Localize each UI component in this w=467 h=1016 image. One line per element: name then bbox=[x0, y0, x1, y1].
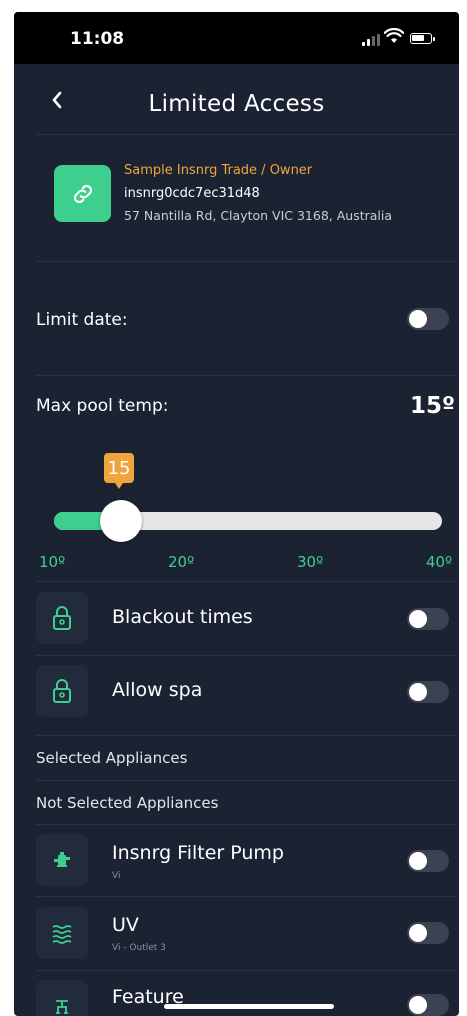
limit-date-toggle[interactable] bbox=[407, 308, 449, 330]
lock-icon bbox=[36, 665, 88, 717]
appliance-name: Insnrg Filter Pump bbox=[112, 842, 284, 864]
blackout-times-toggle[interactable] bbox=[407, 608, 449, 630]
max-pool-temp-value: 15º bbox=[410, 393, 455, 419]
pump-icon bbox=[36, 834, 88, 886]
feature-toggle[interactable] bbox=[407, 994, 449, 1016]
status-bar: 11:08 bbox=[14, 12, 459, 64]
link-icon bbox=[54, 165, 111, 222]
header: Limited Access bbox=[14, 64, 459, 134]
status-time: 11:08 bbox=[70, 29, 125, 49]
divider bbox=[36, 134, 456, 135]
feature-icon bbox=[36, 980, 88, 1016]
divider bbox=[36, 780, 456, 781]
divider bbox=[36, 970, 456, 971]
phone-screen: 11:08 Limited Access Sample Insnrg Trade… bbox=[14, 12, 459, 1016]
divider bbox=[36, 735, 456, 736]
appliance-sub: Vi bbox=[112, 871, 121, 881]
slider-value-bubble: 15 bbox=[104, 453, 134, 489]
divider bbox=[36, 581, 456, 582]
uv-waves-icon bbox=[36, 907, 88, 959]
divider bbox=[36, 896, 456, 897]
tick-label: 30º bbox=[297, 553, 324, 571]
divider bbox=[36, 375, 456, 376]
divider bbox=[36, 261, 456, 262]
lock-icon bbox=[36, 592, 88, 644]
divider bbox=[36, 824, 456, 825]
appliance-sub: Vi - Outlet 3 bbox=[112, 943, 166, 953]
tick-label: 40º bbox=[426, 553, 453, 571]
owner-address: 57 Nantilla Rd, Clayton VIC 3168, Austra… bbox=[124, 208, 393, 223]
divider bbox=[36, 655, 456, 656]
selected-appliances-heading: Selected Appliances bbox=[36, 749, 188, 767]
uv-toggle[interactable] bbox=[407, 922, 449, 944]
blackout-times-label: Blackout times bbox=[112, 606, 253, 628]
allow-spa-label: Allow spa bbox=[112, 679, 203, 701]
not-selected-appliances-heading: Not Selected Appliances bbox=[36, 794, 219, 812]
limit-date-label: Limit date: bbox=[36, 310, 128, 330]
filter-pump-toggle[interactable] bbox=[407, 850, 449, 872]
owner-name: Sample Insnrg Trade / Owner bbox=[124, 163, 313, 178]
appliance-name: UV bbox=[112, 914, 139, 936]
page-title: Limited Access bbox=[148, 91, 325, 117]
tick-label: 20º bbox=[168, 553, 195, 571]
temp-slider-thumb[interactable] bbox=[100, 500, 142, 542]
tick-label: 10º bbox=[39, 553, 66, 571]
wifi-icon bbox=[384, 28, 404, 43]
max-pool-temp-label: Max pool temp: bbox=[36, 396, 169, 416]
owner-id: insnrg0cdc7ec31d48 bbox=[124, 186, 260, 201]
allow-spa-toggle[interactable] bbox=[407, 681, 449, 703]
home-indicator bbox=[164, 1004, 334, 1009]
signal-icon bbox=[362, 34, 380, 46]
battery-icon bbox=[410, 33, 435, 44]
